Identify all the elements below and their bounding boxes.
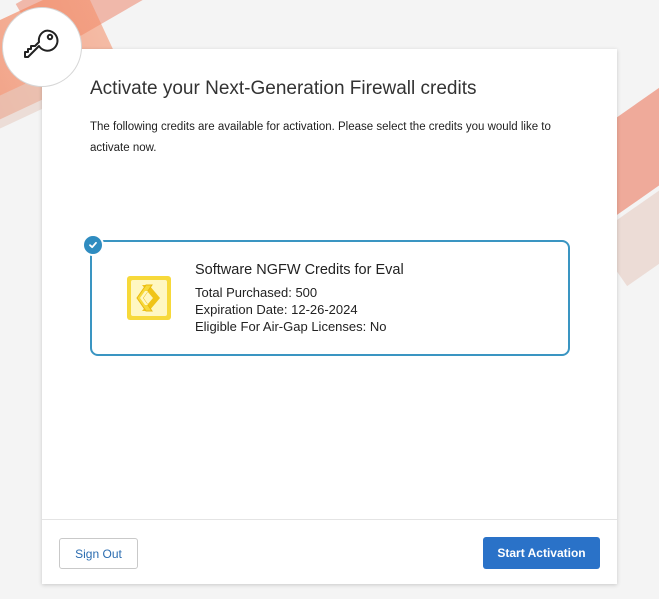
- start-activation-button[interactable]: Start Activation: [483, 537, 600, 569]
- page-title: Activate your Next-Generation Firewall c…: [90, 78, 477, 99]
- credit-air-gap-eligibility: Eligible For Air-Gap Licenses: No: [195, 319, 387, 334]
- sign-out-button[interactable]: Sign Out: [59, 538, 138, 569]
- credit-name: Software NGFW Credits for Eval: [195, 262, 404, 278]
- activation-dialog: Activate your Next-Generation Firewall c…: [42, 49, 617, 584]
- key-icon: [22, 25, 62, 70]
- credit-expiration-date: Expiration Date: 12-26-2024: [195, 302, 358, 317]
- ngfw-credit-logo-icon: [126, 275, 172, 321]
- page: Activate your Next-Generation Firewall c…: [0, 0, 659, 599]
- key-icon-badge: [2, 7, 82, 87]
- footer-divider: [42, 519, 617, 520]
- credit-option-card[interactable]: Software NGFW Credits for Eval Total Pur…: [82, 234, 570, 356]
- credit-details: Software NGFW Credits for Eval Total Pur…: [195, 262, 404, 335]
- credit-total-purchased: Total Purchased: 500: [195, 285, 318, 300]
- dialog-description: The following credits are available for …: [90, 121, 551, 154]
- check-icon: [82, 234, 104, 256]
